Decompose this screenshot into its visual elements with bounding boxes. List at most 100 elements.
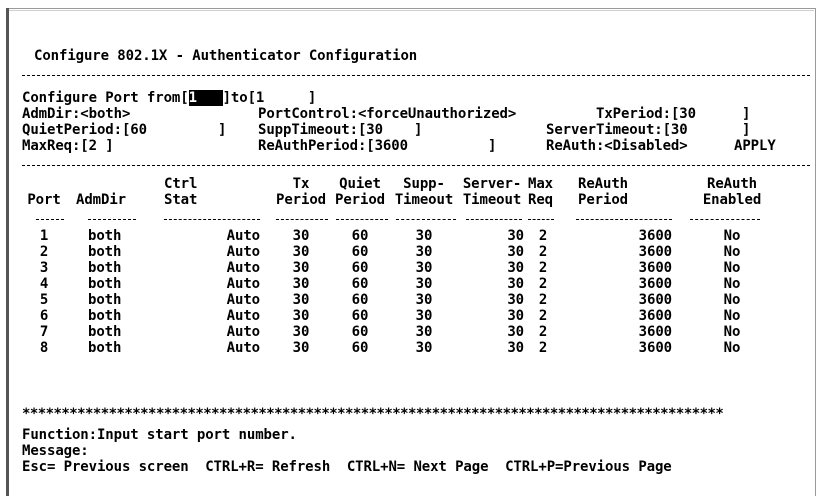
port-to-input[interactable]: 1 — [256, 90, 308, 106]
header-reauth-period: Period — [578, 192, 628, 208]
header-underline-reauth-enabled — [690, 219, 760, 220]
apply-button[interactable]: APPLY — [734, 138, 776, 154]
cell-ctrl-stat: Auto — [226, 340, 260, 356]
cell-ctrl-stat: Auto — [226, 244, 260, 260]
header-underline-tx-period — [276, 219, 328, 220]
cell-reauth-period: 3600 — [638, 260, 672, 276]
cell-max-req: 2 — [538, 260, 548, 276]
cell-server-timeout: 30 — [507, 324, 524, 340]
cell-admdir: both — [88, 340, 122, 356]
cell-server-timeout: 30 — [507, 276, 524, 292]
cell-supp-timeout: 30 — [415, 244, 433, 260]
port-to-close: ] — [307, 90, 317, 106]
header-reauth-enabled-top: ReAuth — [707, 176, 757, 192]
cell-supp-timeout: 30 — [415, 228, 433, 244]
cell-reauth-period: 3600 — [638, 228, 672, 244]
cell-server-timeout: 30 — [507, 228, 524, 244]
header-tx-period-top: Tx — [292, 176, 310, 192]
port-from-label: Configure Port from[ — [22, 90, 189, 106]
cell-reauth-enabled: No — [723, 260, 741, 276]
header-admdir: AdmDir — [76, 192, 126, 208]
port-from-input[interactable]: 1 — [188, 90, 223, 106]
cell-port: 3 — [39, 260, 49, 276]
function-line: Function:Input start port number. — [22, 427, 297, 443]
cell-reauth-period: 3600 — [638, 244, 672, 260]
cell-port: 1 — [39, 228, 49, 244]
txperiod-close: ] — [742, 106, 751, 122]
config-port-line: Configure Port from[1]to[1] — [22, 90, 316, 106]
maxreq-field[interactable]: MaxReq:[2 ] — [22, 138, 114, 154]
cell-reauth-enabled: No — [723, 244, 741, 260]
cell-supp-timeout: 30 — [415, 308, 433, 324]
cell-admdir: both — [88, 244, 122, 260]
cell-reauth-enabled: No — [723, 340, 741, 356]
cell-server-timeout: 30 — [507, 260, 524, 276]
header-supp-timeout-top: Supp- — [403, 176, 445, 192]
header-port: Port — [27, 192, 61, 208]
cell-server-timeout: 30 — [507, 340, 524, 356]
header-reauth-enabled: Enabled — [702, 192, 762, 208]
header-underline-ctrl-stat — [164, 219, 260, 220]
stars-divider: ****************************************… — [22, 406, 724, 422]
header-underline-port — [36, 219, 64, 220]
cell-reauth-enabled: No — [723, 228, 741, 244]
header-ctrl-stat: Stat — [164, 192, 198, 208]
cell-ctrl-stat: Auto — [226, 260, 260, 276]
cell-reauth-enabled: No — [723, 324, 741, 340]
header-underline-quiet-period — [336, 219, 388, 220]
header-underline-server-timeout — [466, 219, 522, 220]
cell-max-req: 2 — [538, 228, 548, 244]
reauth-field[interactable]: ReAuth:<Disabled> — [546, 138, 688, 154]
cell-reauth-period: 3600 — [638, 340, 672, 356]
reauthperiod-field[interactable]: ReAuthPeriod:[3600 — [258, 138, 408, 154]
header-quiet-period-top: Quiet — [339, 176, 381, 192]
cell-quiet-period: 60 — [351, 324, 369, 340]
portcontrol-field[interactable]: PortControl:<forceUnauthorized> — [258, 106, 516, 122]
frame-border-left — [6, 8, 9, 496]
cell-ctrl-stat: Auto — [226, 228, 260, 244]
header-tx-period: Period — [276, 192, 326, 208]
cell-port: 6 — [39, 308, 49, 324]
cell-quiet-period: 60 — [351, 228, 369, 244]
cell-max-req: 2 — [538, 324, 548, 340]
header-underline-reauth-period — [576, 219, 672, 220]
quietperiod-close: ] — [218, 122, 227, 138]
cell-max-req: 2 — [538, 244, 548, 260]
cell-reauth-period: 3600 — [638, 308, 672, 324]
cell-admdir: both — [88, 228, 122, 244]
cell-port: 2 — [39, 244, 49, 260]
cell-reauth-enabled: No — [723, 292, 741, 308]
cell-tx-period: 30 — [292, 228, 310, 244]
quietperiod-field[interactable]: QuietPeriod:[60 — [22, 122, 147, 138]
cell-reauth-enabled: No — [723, 308, 741, 324]
header-underline-max-req — [528, 219, 554, 220]
page-title: Configure 802.1X - Authenticator Configu… — [34, 48, 418, 64]
cell-supp-timeout: 30 — [415, 260, 433, 276]
frame-border-top — [6, 8, 816, 9]
cell-ctrl-stat: Auto — [226, 308, 260, 324]
cell-admdir: both — [88, 292, 122, 308]
cell-tx-period: 30 — [292, 276, 310, 292]
cell-admdir: both — [88, 260, 122, 276]
cell-server-timeout: 30 — [507, 292, 524, 308]
txperiod-field[interactable]: TxPeriod:[30 — [596, 106, 696, 122]
supptimeout-field[interactable]: SuppTimeout:[30 — [258, 122, 383, 138]
cell-admdir: both — [88, 276, 122, 292]
reauthperiod-close: ] — [488, 138, 497, 154]
cell-reauth-period: 3600 — [638, 276, 672, 292]
admdir-field[interactable]: AdmDir:<both> — [22, 106, 130, 122]
cell-quiet-period: 60 — [351, 276, 369, 292]
cell-quiet-period: 60 — [351, 260, 369, 276]
cell-admdir: both — [88, 308, 122, 324]
cell-reauth-period: 3600 — [638, 324, 672, 340]
frame-border-right — [815, 8, 816, 496]
cell-port: 5 — [39, 292, 49, 308]
cell-port: 7 — [39, 324, 49, 340]
servertimeout-close: ] — [742, 122, 751, 138]
cell-port: 4 — [39, 276, 49, 292]
cell-max-req: 2 — [538, 276, 548, 292]
servertimeout-field[interactable]: ServerTimeout:[30 — [546, 122, 688, 138]
header-reauth-period-top: ReAuth — [578, 176, 628, 192]
supptimeout-close: ] — [414, 122, 423, 138]
cell-ctrl-stat: Auto — [226, 292, 260, 308]
